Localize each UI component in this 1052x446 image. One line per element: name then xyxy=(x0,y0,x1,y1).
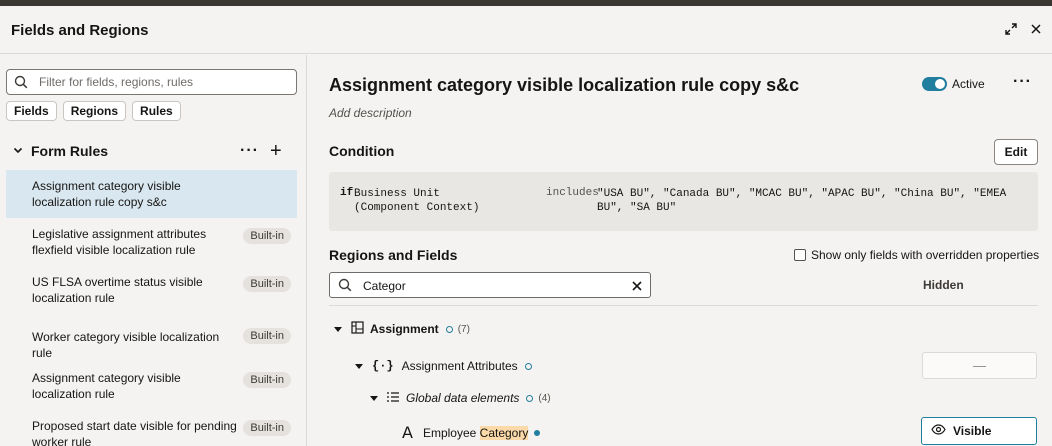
status-circle-icon xyxy=(445,325,453,333)
eye-icon xyxy=(931,424,946,438)
override-checkbox[interactable] xyxy=(794,249,806,261)
built-in-badge: Built-in xyxy=(243,276,291,292)
rule-item[interactable]: Worker category visible localization rul… xyxy=(6,314,297,362)
tree-label: Global data elements xyxy=(406,391,520,405)
regions-fields-heading: Regions and Fields xyxy=(329,247,458,263)
status-circle-icon xyxy=(526,394,534,402)
more-actions-icon[interactable]: ··· xyxy=(1013,73,1032,91)
built-in-badge: Built-in xyxy=(243,228,291,244)
caret-down-icon[interactable] xyxy=(334,326,342,332)
caret-down-icon[interactable] xyxy=(355,363,363,369)
rule-item[interactable]: US FLSA overtime status visible localiza… xyxy=(6,266,297,314)
rule-label: US FLSA overtime status visible localiza… xyxy=(32,275,203,305)
divider xyxy=(329,305,1038,306)
tree-node-employee-category[interactable]: A Employee Category xyxy=(402,423,541,442)
add-rule-icon[interactable]: + xyxy=(270,140,282,163)
item-count: (7) xyxy=(457,323,470,335)
list-icon xyxy=(387,391,399,405)
rule-label: Assignment category visible localization… xyxy=(32,179,181,209)
filter-chips: Fields Regions Rules xyxy=(6,101,181,121)
condition-field-text: Business Unit (Component Context) xyxy=(354,188,480,214)
tree-node-assignment[interactable]: Assignment (7) xyxy=(334,321,470,337)
active-label: Active xyxy=(952,77,985,91)
visibility-select[interactable]: Visible xyxy=(921,417,1037,445)
built-in-badge: Built-in xyxy=(243,420,291,436)
filter-search-field[interactable] xyxy=(6,69,297,95)
override-checkbox-label: Show only fields with overridden propert… xyxy=(811,248,1040,262)
region-icon xyxy=(351,321,364,337)
condition-heading: Condition xyxy=(329,143,395,159)
condition-field: Business Unit (Component Context) xyxy=(354,187,534,215)
chevron-down-icon[interactable] xyxy=(12,144,24,159)
clear-icon[interactable] xyxy=(631,277,643,295)
rule-item[interactable]: Legislative assignment attributes flexfi… xyxy=(6,218,297,266)
condition-expression: if Business Unit (Component Context) inc… xyxy=(329,172,1038,231)
status-circle-icon xyxy=(524,362,532,370)
dialog-title: Fields and Regions xyxy=(11,22,149,39)
close-icon[interactable] xyxy=(1025,18,1047,40)
form-rules-label: Form Rules xyxy=(31,143,109,159)
left-panel: Fields Regions Rules Form Rules ··· + As… xyxy=(0,55,307,446)
rule-detail-panel: Assignment category visible localization… xyxy=(308,55,1052,446)
filter-search-input[interactable] xyxy=(39,73,289,91)
dialog-header: Fields and Regions xyxy=(0,6,1052,54)
tree-label: Assignment xyxy=(370,322,439,336)
fields-search-field[interactable]: Categor xyxy=(329,272,651,298)
search-match-highlight: Category xyxy=(479,425,529,440)
form-rules-section-header[interactable]: Form Rules ··· + xyxy=(12,140,292,163)
hidden-column-header: Hidden xyxy=(923,278,964,292)
search-icon xyxy=(338,278,352,295)
more-actions-icon[interactable]: ··· xyxy=(240,142,259,160)
tree-node-global-data-elements[interactable]: Global data elements (4) xyxy=(370,391,551,405)
edit-condition-button[interactable]: Edit xyxy=(994,139,1038,165)
rule-label: Worker category visible localization rul… xyxy=(32,330,220,360)
tree-node-assignment-attributes[interactable]: {·} Assignment Attributes xyxy=(355,359,532,373)
active-toggle[interactable] xyxy=(922,77,947,91)
rule-item[interactable]: Proposed start date visible for pending … xyxy=(6,410,297,446)
expand-icon[interactable] xyxy=(1000,18,1022,40)
add-description-field[interactable]: Add description xyxy=(329,106,412,120)
status-dot-icon xyxy=(534,429,541,436)
rule-label: Assignment category visible localization… xyxy=(32,371,181,401)
braces-icon: {·} xyxy=(372,359,394,373)
item-count: (4) xyxy=(538,392,551,404)
built-in-badge: Built-in xyxy=(243,328,291,344)
toggle-knob xyxy=(935,79,945,89)
condition-operator: includes xyxy=(546,187,599,199)
override-filter[interactable]: Show only fields with overridden propert… xyxy=(794,248,1039,262)
condition-keyword: if xyxy=(340,187,354,199)
search-icon xyxy=(14,75,28,92)
chip-rules[interactable]: Rules xyxy=(132,101,181,121)
built-in-badge: Built-in xyxy=(243,372,291,388)
rule-item[interactable]: Assignment category visible localization… xyxy=(6,170,297,218)
rule-title: Assignment category visible localization… xyxy=(329,75,800,95)
rule-label: Proposed start date visible for pending … xyxy=(32,419,237,446)
caret-down-icon[interactable] xyxy=(370,395,378,401)
tree-label-prefix: Employee xyxy=(422,425,480,440)
chip-fields[interactable]: Fields xyxy=(6,101,57,121)
rule-item[interactable]: Assignment category visible localization… xyxy=(6,362,297,410)
hidden-value-cell[interactable]: — xyxy=(922,352,1037,379)
rules-list: Assignment category visible localization… xyxy=(6,170,297,446)
visibility-value: Visible xyxy=(953,424,992,438)
fields-search-value: Categor xyxy=(363,279,406,293)
text-field-icon: A xyxy=(402,423,413,442)
condition-values: "USA BU", "Canada BU", "MCAC BU", "APAC … xyxy=(597,188,1007,214)
rule-label: Legislative assignment attributes flexfi… xyxy=(32,227,207,257)
tree-label: Assignment Attributes xyxy=(401,359,518,373)
chip-regions[interactable]: Regions xyxy=(62,101,127,121)
